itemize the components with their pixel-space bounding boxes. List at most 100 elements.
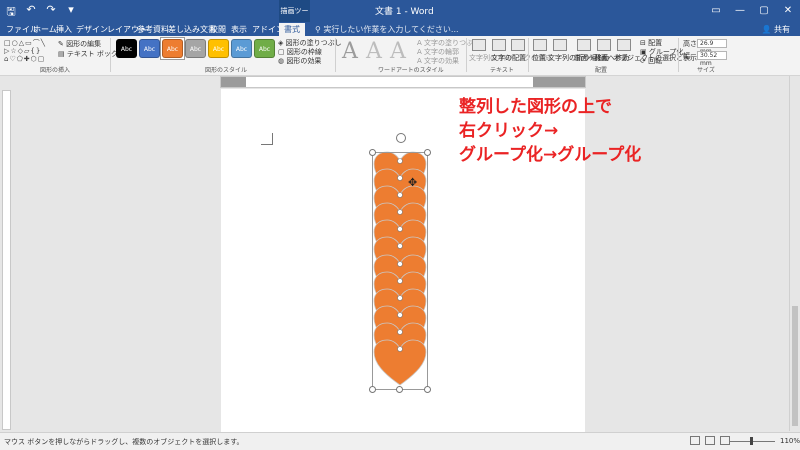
height-input[interactable]: 26.9 mm [697,39,727,55]
quick-access-toolbar: 🖫 ↶ ↷ ▾ [4,3,78,22]
group-label-shape-styles: 図形のスタイル [205,67,248,74]
wordart-style-2[interactable]: A [366,39,382,64]
shape-style-orange[interactable]: Abc [162,39,183,58]
rotate-button[interactable]: ⟳ 回転 [640,56,662,66]
tell-me-search[interactable]: ⚲ 実行したい作業を入力してください... [315,24,459,35]
resize-handle[interactable] [424,386,431,393]
shape-style-gray[interactable]: Abc [185,39,206,58]
textbox-button[interactable]: ▤ テキスト ボックス [58,49,125,59]
status-bar: マウス ボタンを押しながらドラッグし、複数のオブジェクトを選択します。 110% [0,432,800,450]
text-direction-icon[interactable] [472,39,486,51]
tab-mailings[interactable]: 差し込み文書 [168,24,216,35]
selection-box [372,152,428,390]
maximize-button[interactable]: ▢ [752,0,776,22]
customize-icon[interactable]: ▾ [64,3,78,22]
separator [528,38,529,72]
instruction-callout: 整列した図形の上で 右クリック→ グループ化→グループ化 [459,95,641,167]
save-icon[interactable]: 🖫 [4,3,18,22]
selection-pane-icon[interactable] [617,39,631,51]
tab-references[interactable]: 参考資料 [137,24,169,35]
close-button[interactable]: ✕ [776,0,800,22]
ribbon-display-icon[interactable]: ▭ [704,0,728,22]
shape-style-green[interactable]: Abc [254,39,275,58]
ruler-right-margin [533,77,585,87]
tab-view[interactable]: 表示 [231,24,247,35]
shape-style-blue[interactable]: Abc [139,39,160,58]
shape-outline-label: 図形の枠線 [286,48,322,56]
shape-gallery[interactable]: □○△▭⌒╲ ▷☆◇▱{} ⌂♡⬠✚⬡▢ [4,39,54,63]
shape-style-gold[interactable]: Abc [208,39,229,58]
status-message: マウス ボタンを押しながらドラッグし、複数のオブジェクトを選択します。 [4,438,244,446]
tab-home[interactable]: ホーム [33,24,57,35]
zoom-slider-thumb[interactable] [750,437,753,445]
web-layout-icon[interactable] [720,436,730,445]
shape-fill-label: 図形の塗りつぶし [285,39,342,47]
create-link-icon[interactable] [511,39,525,51]
ribbon: □○△▭⌒╲ ▷☆◇▱{} ⌂♡⬠✚⬡▢ ✎ 図形の編集 ▤ テキスト ボックス 図… [0,36,800,76]
position-icon[interactable] [533,39,547,51]
tab-insert[interactable]: 挿入 [56,24,72,35]
margin-corner-mark [261,133,273,145]
undo-icon[interactable]: ↶ [24,3,38,22]
group-label-arrange: 配置 [595,67,608,74]
group-label-size: サイズ [697,67,715,74]
group-label-insert-shapes: 図形の挿入 [40,67,71,74]
shape-effects-label: 図形の効果 [286,57,322,65]
move-cursor-icon: ✥ [408,176,418,189]
send-backward-icon[interactable] [597,39,611,51]
shape-style-lightblue[interactable]: Abc [231,39,252,58]
rotate-label: 回転 [648,57,663,65]
document-title: 文書 1 - Word [375,7,434,17]
resize-handle[interactable] [396,386,403,393]
horizontal-ruler[interactable] [220,76,586,88]
wrap-text-icon[interactable] [553,39,567,51]
scrollbar-thumb[interactable] [792,306,798,426]
share-label: 共有 [774,25,790,34]
tell-me-text: 実行したい作業を入力してください... [323,25,459,34]
callout-line-3: グループ化→グループ化 [459,145,642,165]
separator [335,38,336,72]
edit-shape-button[interactable]: ✎ 図形の編集 [58,39,101,49]
tab-design[interactable]: デザイン [76,24,108,35]
vertical-scrollbar[interactable] [789,76,800,431]
group-label-text: テキスト [490,67,514,74]
rotate-handle[interactable] [396,133,406,143]
separator [110,38,111,72]
position-label: 位置 [532,54,546,62]
print-layout-icon[interactable] [705,436,715,445]
text-outline-label: 文字の輪郭 [424,48,460,56]
callout-line-1: 整列した図形の上で [459,97,612,117]
resize-handle[interactable] [369,149,376,156]
minimize-button[interactable]: — [728,0,752,22]
align-label: 配置 [648,39,663,47]
text-effects-label: 文字の効果 [424,57,460,65]
share-button[interactable]: 👤 共有 [761,24,790,35]
edit-shape-label: 図形の編集 [66,40,102,48]
redo-icon[interactable]: ↷ [44,3,58,22]
wordart-style-3[interactable]: A [390,39,406,64]
shape-style-black[interactable]: Abc [116,39,137,58]
zoom-level[interactable]: 110% [780,437,800,445]
wordart-style-1[interactable]: A [342,39,358,64]
read-mode-icon[interactable] [690,436,700,445]
width-input[interactable]: 30.52 mm [697,51,727,67]
shape-effects-button[interactable]: ◍ 図形の効果 [278,56,321,66]
window-controls: ▭ — ▢ ✕ [704,0,800,22]
resize-handle[interactable] [424,149,431,156]
vertical-ruler[interactable] [2,90,11,430]
resize-handle[interactable] [369,386,376,393]
view-buttons [690,436,730,445]
width-label: 幅: [683,52,693,60]
text-align-icon[interactable] [492,39,506,51]
bring-forward-icon[interactable] [577,39,591,51]
drawing-tools-context-label: 描画ツール [279,0,310,37]
group-label-wordart: ワードアートのスタイル [378,67,444,74]
title-bar: 🖫 ↶ ↷ ▾ 描画ツール 文書 1 - Word ▭ — ▢ ✕ [0,0,800,37]
callout-line-2: 右クリック→ [459,121,559,141]
ruler-left-margin [221,77,246,87]
separator [678,38,679,72]
ribbon-tabs: ファイル ホーム 挿入 デザイン レイアウト 参考資料 差し込み文書 校閲 表示… [0,22,800,36]
tab-review[interactable]: 校閲 [210,24,226,35]
document-page[interactable]: 整列した図形の上で 右クリック→ グループ化→グループ化 ✥ [221,89,641,434]
tab-format[interactable]: 書式 [279,23,305,36]
